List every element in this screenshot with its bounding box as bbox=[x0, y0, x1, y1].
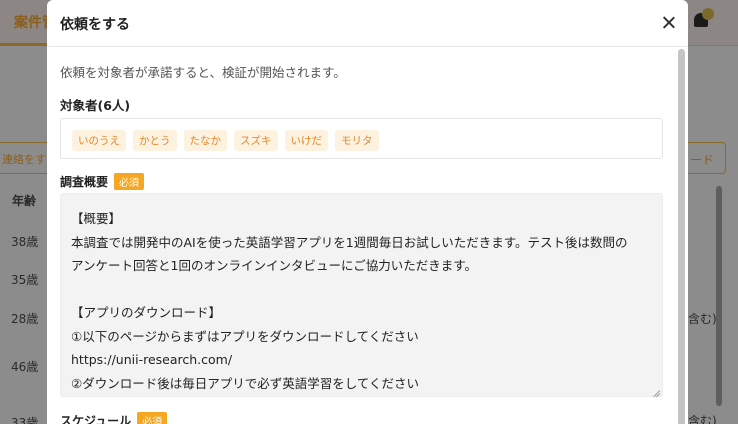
target-chip: いけだ bbox=[284, 130, 328, 151]
overview-line bbox=[71, 278, 652, 302]
target-chip: いのうえ bbox=[72, 130, 126, 151]
modal-intro-text: 依頼を対象者が承諾すると、検証が開始されます。 bbox=[60, 65, 346, 80]
overview-line: アンケート回答と1回のオンラインインタビューにご協力いただきます。 bbox=[71, 258, 477, 273]
overview-line: 【概要】 bbox=[71, 211, 122, 226]
target-chip: たなか bbox=[183, 130, 227, 151]
target-chip-list: いのうえ かとう たなか スズキ いけだ モリタ bbox=[72, 130, 379, 151]
overview-textarea[interactable]: 【概要】 本調査では開発中のAIを使った英語学習アプリを1週間毎日お試しいただき… bbox=[60, 193, 663, 397]
bg-column-header-age: 年齢 bbox=[12, 194, 37, 208]
target-chip: スズキ bbox=[234, 130, 278, 151]
bg-age-cell: 33歳 bbox=[11, 416, 39, 424]
request-modal: 依頼をする 依頼を対象者が承諾すると、検証が開始されます。 対象者(6人) いの… bbox=[47, 0, 688, 424]
bg-download-button-label: ード bbox=[690, 153, 715, 167]
schedule-label-text: スケジュール bbox=[60, 414, 132, 424]
bg-contact-button: 連絡をす bbox=[0, 142, 50, 174]
bg-download-button: ード bbox=[686, 142, 726, 174]
notification-dot bbox=[702, 8, 714, 20]
overview-label: 調査概要 必須 bbox=[60, 173, 145, 190]
bg-scrollbar bbox=[716, 186, 722, 406]
target-chip: かとう bbox=[133, 130, 177, 151]
close-icon[interactable] bbox=[659, 13, 679, 33]
bg-age-cell: 28歳 bbox=[11, 312, 39, 326]
targets-label: 対象者(6人) bbox=[60, 98, 131, 113]
overview-label-text: 調査概要 bbox=[60, 175, 109, 189]
modal-scrollbar[interactable] bbox=[678, 49, 685, 424]
bg-contact-button-label: 連絡をす bbox=[2, 153, 46, 166]
bg-age-cell: 46歳 bbox=[11, 360, 39, 374]
notification-bell-icon bbox=[690, 6, 716, 32]
overview-line: 本調査では開発中のAIを使った英語学習アプリを1週間毎日お試しいただきます。テス… bbox=[71, 234, 628, 250]
bg-right-cell: 含む) bbox=[688, 414, 717, 424]
modal-body: 依頼を対象者が承諾すると、検証が開始されます。 対象者(6人) いのうえ かとう… bbox=[47, 47, 688, 424]
overview-line: ①以下のページからまずはアプリをダウンロードしてください bbox=[71, 328, 419, 344]
overview-line: 【アプリのダウンロード】 bbox=[71, 305, 222, 320]
bg-age-cell: 38歳 bbox=[11, 235, 39, 249]
overview-line: ②ダウンロード後は毎日アプリで必ず英語学習をしてください bbox=[71, 375, 419, 391]
resize-grip-icon[interactable] bbox=[652, 386, 660, 394]
bg-right-cell: 含む) bbox=[688, 312, 717, 326]
required-badge: 必須 bbox=[137, 412, 168, 424]
overview-line: https://unii-research.com/ bbox=[71, 352, 233, 367]
required-badge: 必須 bbox=[114, 173, 145, 190]
schedule-label: スケジュール 必須 bbox=[60, 412, 168, 424]
targets-box: いのうえ かとう たなか スズキ いけだ モリタ bbox=[60, 118, 663, 159]
bg-age-cell: 35歳 bbox=[11, 273, 39, 287]
target-chip: モリタ bbox=[335, 130, 379, 151]
modal-title: 依頼をする bbox=[60, 17, 130, 33]
modal-header: 依頼をする bbox=[47, 0, 688, 47]
